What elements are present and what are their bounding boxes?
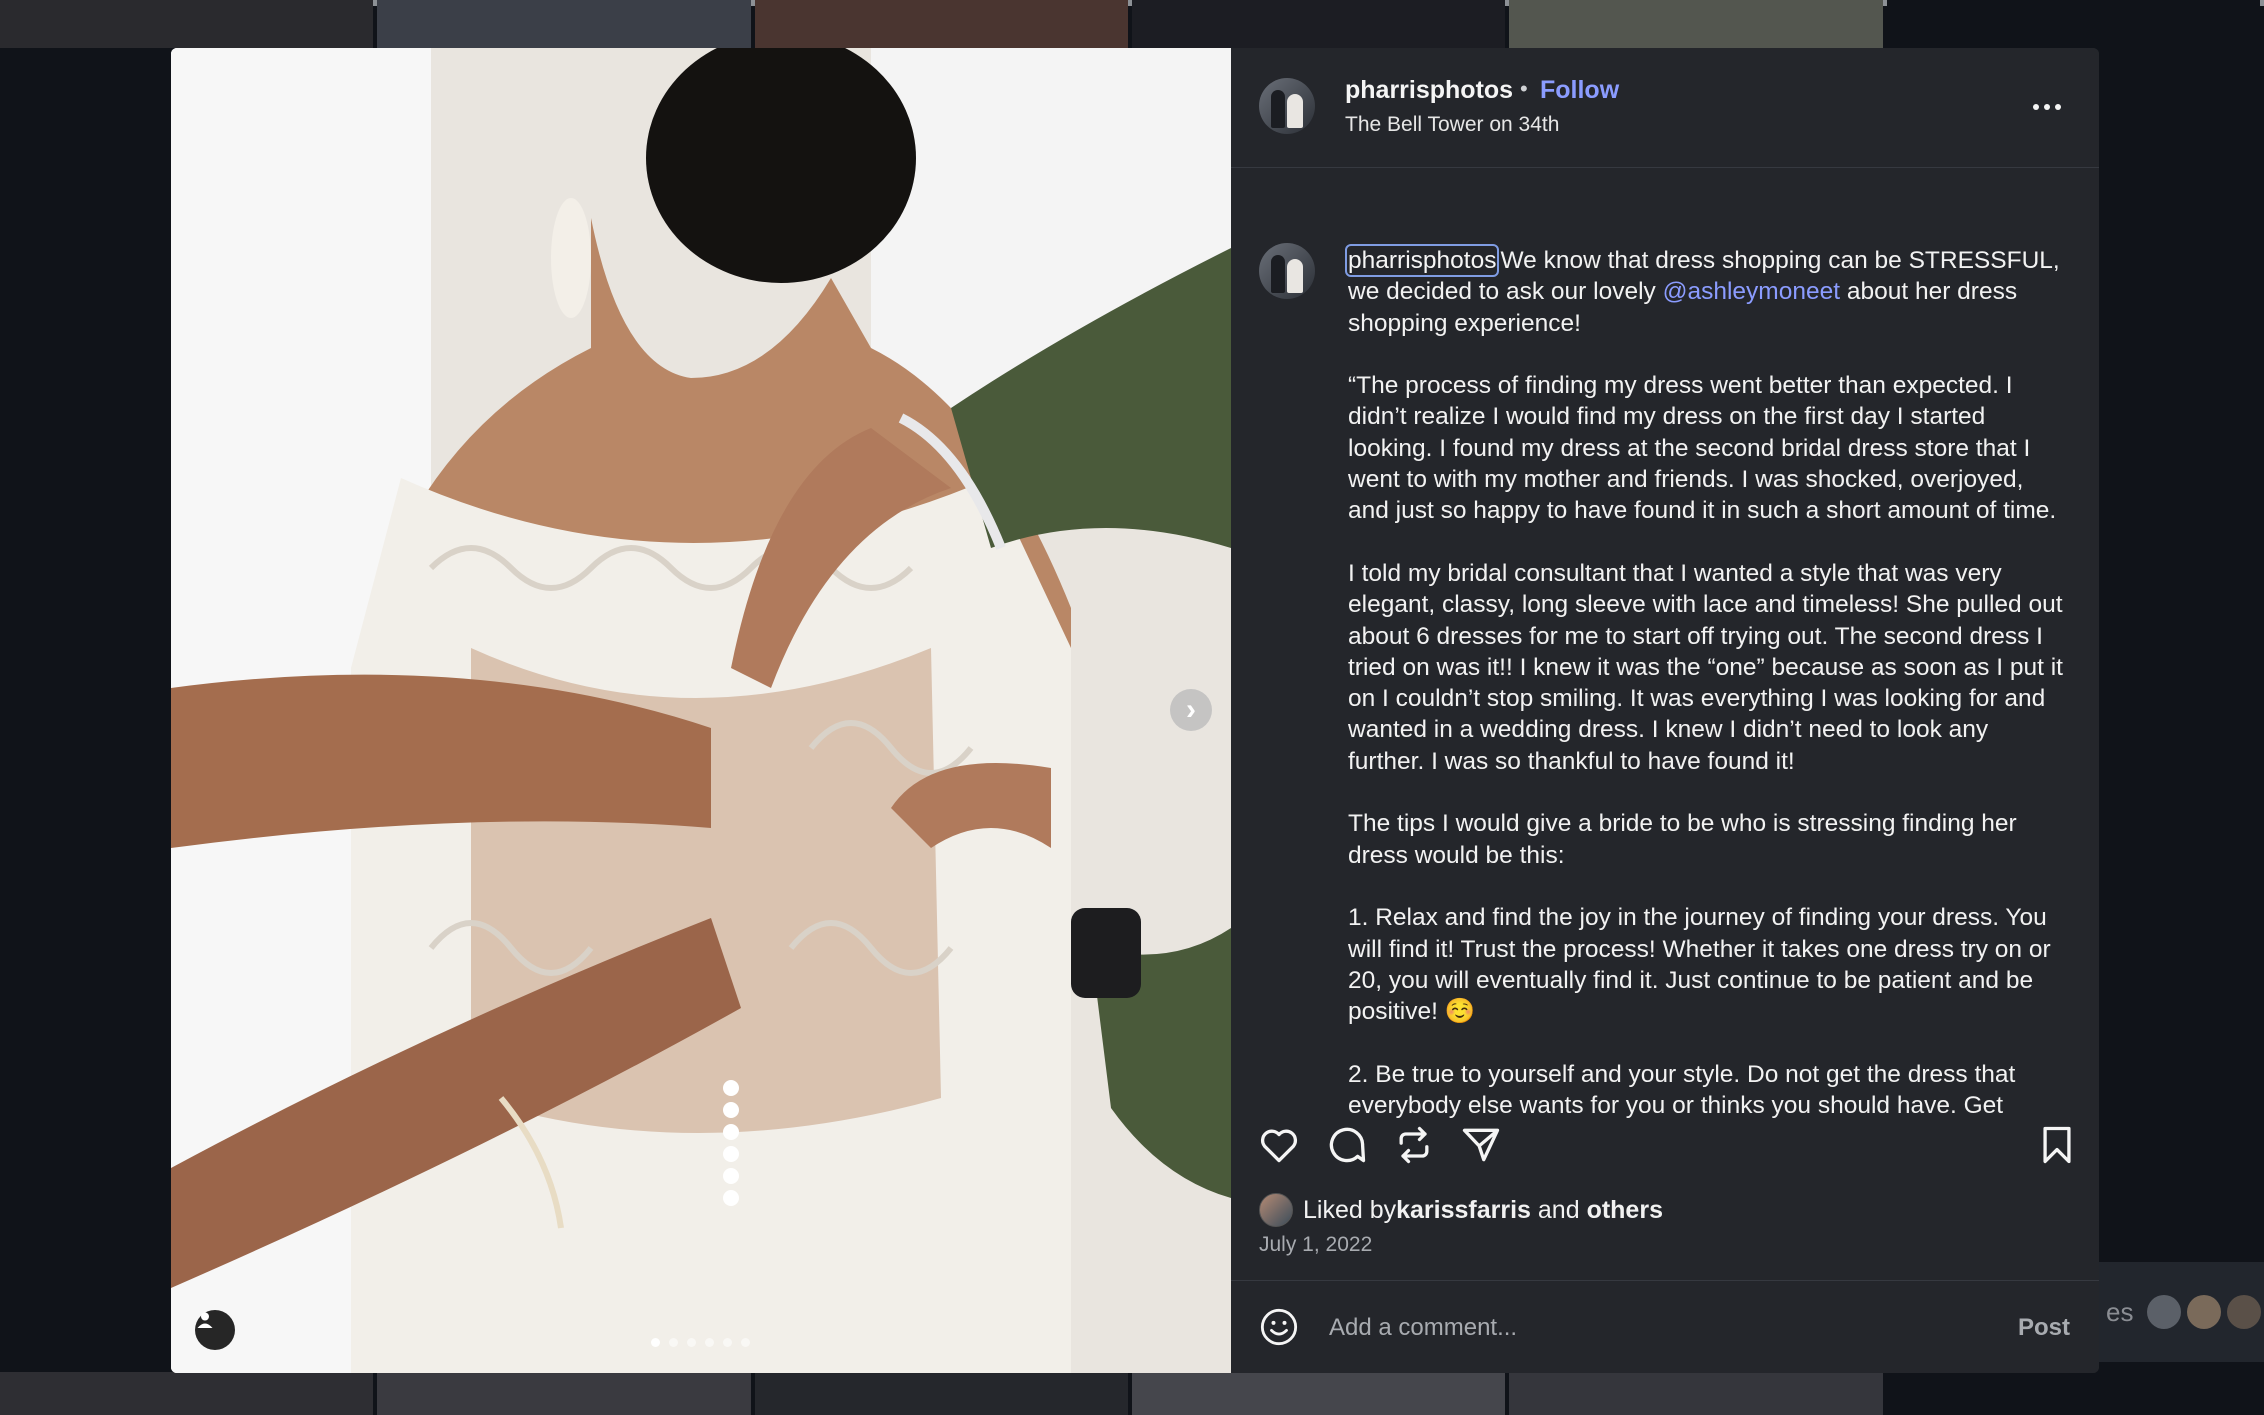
background-feed-top [0,0,2264,48]
likes-summary: Liked by karissfarris and others [1259,1192,1663,1228]
background-avatar [2187,1295,2222,1329]
carousel-dot [705,1338,714,1347]
comment-input[interactable] [1327,1305,1971,1351]
post-date[interactable]: July 1, 2022 [1259,1233,1372,1257]
caption-mention[interactable]: @ashleymoneet [1663,278,1840,305]
feed-thumbnail [1886,0,2260,48]
post-modal: › pharrisphotos • Follow The Bell Tower … [171,48,2099,1373]
feed-thumbnail[interactable] [377,0,751,48]
header-separator: • [1520,76,1528,101]
post-actions [1231,1123,2099,1183]
background-feed-bottom [0,1372,2264,1415]
background-partial-text: es [2106,1296,2134,1327]
liked-by-label: Liked by [1303,1195,1397,1224]
feed-thumbnail[interactable] [1131,1372,1506,1415]
caption-username[interactable]: pharrisphotos [1344,244,1500,277]
carousel-dot [741,1338,750,1347]
feed-thumbnail[interactable] [754,1372,1128,1415]
feed-thumbnail[interactable] [0,1372,374,1415]
liked-by-others[interactable]: others [1587,1196,1663,1225]
avatar[interactable] [1259,1193,1293,1227]
user-tags-button[interactable] [195,1310,235,1350]
user-tag-icon [197,1312,213,1328]
post-username[interactable]: pharrisphotos [1345,76,1513,105]
background-suggested-row: es [2096,1262,2264,1362]
post-side-panel: pharrisphotos • Follow The Bell Tower on… [1231,48,2099,1373]
share-icon[interactable] [1459,1123,1503,1167]
chevron-right-icon: › [1186,693,1196,726]
more-icon [2033,104,2039,110]
post-photo[interactable]: › [171,48,1231,1373]
post-comment-button[interactable]: Post [2018,1314,2070,1342]
avatar[interactable] [1259,243,1315,299]
carousel-dot [723,1338,732,1347]
post-header: pharrisphotos • Follow The Bell Tower on… [1231,48,2099,168]
feed-thumbnail[interactable] [1509,0,1883,48]
emoji-icon[interactable] [1259,1307,1299,1347]
heart-icon[interactable] [1257,1123,1301,1167]
caption-text: about her dress shopping experience! “Th… [1348,278,2063,1120]
bookmark-icon[interactable] [2035,1123,2079,1167]
avatar[interactable] [1259,78,1315,134]
photo-illustration [171,48,1231,1373]
carousel-dot [669,1338,678,1347]
feed-thumbnail [1886,1372,2260,1415]
feed-thumbnail[interactable] [1131,0,1506,48]
background-avatar [2227,1295,2262,1329]
carousel-next-button[interactable]: › [1170,689,1212,731]
repost-icon[interactable] [1392,1123,1436,1167]
background-avatar [2147,1295,2182,1329]
post-caption: pharrisphotos We know that dress shopping… [1344,244,2064,1121]
feed-thumbnail[interactable] [1509,1372,1883,1415]
carousel-dot [651,1338,660,1347]
carousel-dot [687,1338,696,1347]
more-options-button[interactable] [2033,104,2061,110]
caption-scroll-area[interactable]: pharrisphotos We know that dress shopping… [1231,169,2099,1153]
comment-bar: Post [1231,1280,2099,1373]
feed-thumbnail[interactable] [377,1372,751,1415]
feed-thumbnail[interactable] [754,0,1128,48]
follow-button[interactable]: Follow [1540,76,1619,105]
post-location[interactable]: The Bell Tower on 34th [1345,113,1559,137]
carousel-indicator [651,1338,750,1347]
liked-by-user[interactable]: karissfarris [1396,1196,1531,1225]
comment-icon[interactable] [1325,1123,1369,1167]
feed-thumbnail[interactable] [0,0,374,48]
liked-by-and: and [1530,1195,1587,1224]
